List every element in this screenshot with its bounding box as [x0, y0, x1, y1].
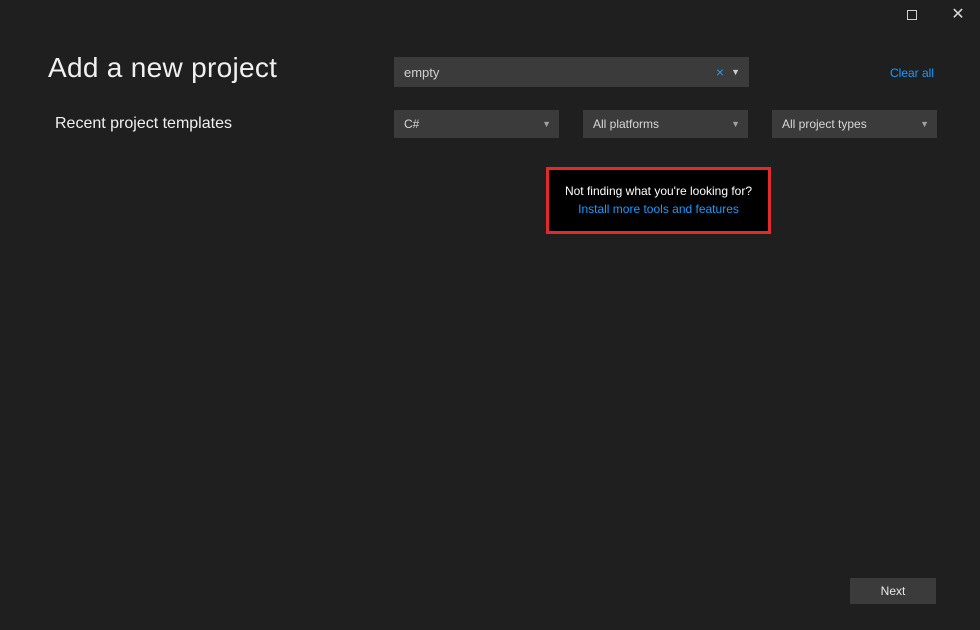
- platform-filter-dropdown[interactable]: All platforms ▼: [583, 110, 748, 138]
- next-button[interactable]: Next: [850, 578, 936, 604]
- language-filter-value: C#: [404, 117, 419, 131]
- install-tools-callout: Not finding what you're looking for? Ins…: [546, 167, 771, 234]
- clear-all-link[interactable]: Clear all: [890, 66, 934, 80]
- chevron-down-icon: ▼: [920, 119, 929, 129]
- maximize-button[interactable]: [898, 1, 926, 29]
- search-dropdown-caret-icon[interactable]: ▼: [728, 67, 743, 77]
- callout-message: Not finding what you're looking for?: [559, 184, 758, 198]
- platform-filter-value: All platforms: [593, 117, 659, 131]
- recent-templates-heading: Recent project templates: [55, 115, 232, 133]
- search-box[interactable]: × ▼: [394, 57, 749, 87]
- close-button[interactable]: ✕: [944, 1, 972, 29]
- chevron-down-icon: ▼: [731, 119, 740, 129]
- square-icon: [907, 10, 917, 20]
- project-type-filter-dropdown[interactable]: All project types ▼: [772, 110, 937, 138]
- clear-search-icon[interactable]: ×: [712, 64, 728, 80]
- project-type-filter-value: All project types: [782, 117, 867, 131]
- chevron-down-icon: ▼: [542, 119, 551, 129]
- install-tools-link[interactable]: Install more tools and features: [578, 202, 739, 216]
- language-filter-dropdown[interactable]: C# ▼: [394, 110, 559, 138]
- close-icon: ✕: [951, 7, 964, 23]
- search-input[interactable]: [404, 65, 712, 80]
